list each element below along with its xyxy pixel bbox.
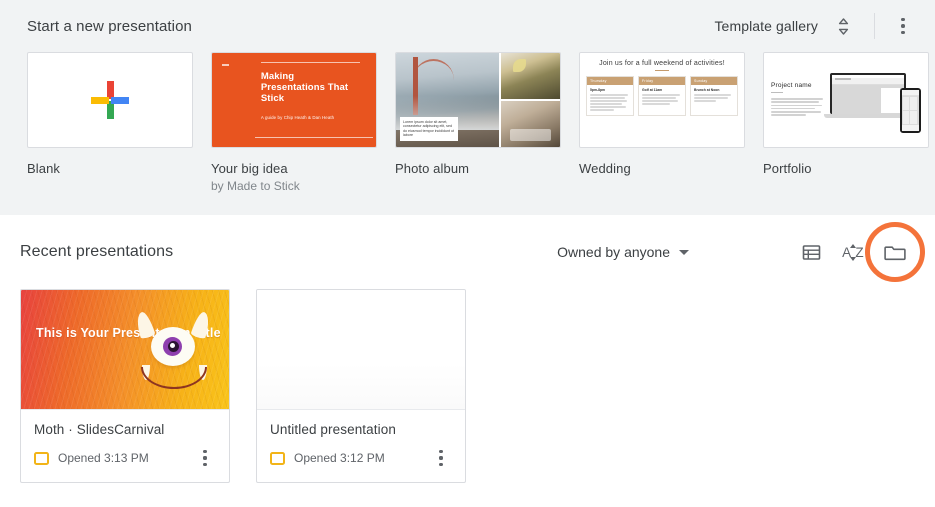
wedding-column: Friday Golf at 11am	[638, 76, 686, 117]
bridge-cable	[412, 58, 454, 87]
decorative-dash	[222, 64, 229, 66]
template-label: Photo album	[395, 161, 470, 176]
caret-down-icon	[679, 249, 689, 255]
column-heading: 5pm-8pm	[590, 88, 606, 93]
document-opened-time: Opened 3:13 PM	[58, 451, 149, 465]
document-thumbnail[interactable]	[257, 290, 465, 410]
template-card-wedding[interactable]: Join us for a full weekend of activities…	[579, 52, 745, 195]
slide-title: Project name	[771, 82, 812, 90]
column-heading: Golf at 11am	[642, 88, 663, 93]
wedding-columns: Thursday 5pm-8pm Friday Golf at 11am Sun…	[586, 76, 738, 117]
column-day: Friday	[639, 77, 685, 86]
new-presentation-header: Start a new presentation Template galler…	[0, 0, 935, 52]
photo-caption: Lorem ipsum dolor sit amet, consectetur …	[400, 116, 458, 141]
header-divider	[874, 13, 875, 39]
column-day: Sunday	[691, 77, 737, 86]
template-card-blank[interactable]: Blank	[27, 52, 193, 195]
photo-caption-text: Lorem ipsum dolor sit amet, consectetur …	[403, 119, 454, 138]
laptop-mockup	[829, 73, 907, 115]
recent-documents-grid: This is Your Presentation Title Moth · S…	[0, 289, 935, 483]
owner-filter-dropdown[interactable]: Owned by anyone	[553, 238, 693, 266]
recent-presentations-header: Recent presentations Owned by anyone A Z	[0, 215, 935, 289]
more-vert-icon[interactable]	[889, 11, 917, 41]
slide-byline: A guide by Chip Heath & Dan Heath	[260, 115, 335, 120]
recent-presentations-section: Recent presentations Owned by anyone A Z…	[0, 215, 935, 483]
wedding-column: Thursday 5pm-8pm	[586, 76, 634, 117]
template-sublabel: by Made to Stick	[211, 179, 300, 193]
owner-filter-label: Owned by anyone	[557, 244, 670, 260]
slide-title: Making Presentations That Stick	[260, 71, 349, 104]
more-vert-icon[interactable]	[194, 447, 216, 469]
document-card[interactable]: Untitled presentation Opened 3:12 PM	[256, 289, 466, 483]
template-thumbnail[interactable]: Join us for a full weekend of activities…	[579, 52, 745, 148]
document-title: Moth · SlidesCarnival	[34, 422, 165, 437]
slides-file-icon	[34, 451, 49, 465]
divider	[260, 62, 361, 63]
header-actions: Template gallery	[712, 11, 917, 41]
chevron-up-down-icon[interactable]	[828, 11, 858, 41]
template-card-portfolio[interactable]: Project name Portfolio	[763, 52, 929, 195]
title-underline	[771, 92, 783, 93]
photo-secondary-2	[501, 101, 560, 147]
column-day: Thursday	[587, 77, 633, 86]
document-title: Untitled presentation	[270, 422, 396, 437]
template-thumbnail[interactable]: Project name	[763, 52, 929, 148]
sort-letter-z: Z	[855, 244, 864, 260]
monster-face-icon	[129, 310, 217, 396]
template-card-photo-album[interactable]: Lorem ipsum dolor sit amet, consectetur …	[395, 52, 561, 195]
portfolio-text: Project name	[771, 82, 828, 118]
wedding-slide: Join us for a full weekend of activities…	[580, 53, 744, 147]
wedding-column: Sunday Brunch at Noon	[690, 76, 738, 117]
device-mockups	[824, 64, 921, 136]
template-label: Your big idea	[211, 161, 288, 176]
template-gallery-row: Blank Making Presentations That Stick A …	[0, 52, 935, 195]
template-label: Wedding	[579, 161, 631, 176]
photo-main: Lorem ipsum dolor sit amet, consectetur …	[396, 53, 500, 147]
column-body: Brunch at Noon	[691, 85, 737, 106]
template-card-your-big-idea[interactable]: Making Presentations That Stick A guide …	[211, 52, 377, 195]
photo-side-column	[501, 53, 560, 147]
list-view-icon[interactable]	[791, 232, 831, 272]
recent-toolbar: Owned by anyone A Z	[553, 222, 925, 282]
template-gallery-button[interactable]: Template gallery	[712, 14, 820, 38]
start-new-presentation-section: Start a new presentation Template galler…	[0, 0, 935, 215]
document-subrow: Opened 3:12 PM	[270, 447, 452, 469]
column-body: 5pm-8pm	[587, 85, 633, 115]
slide-title: Join us for a full weekend of activities…	[599, 60, 725, 67]
document-opened-time: Opened 3:12 PM	[294, 451, 385, 465]
section-title: Recent presentations	[20, 243, 174, 260]
template-label: Portfolio	[763, 161, 812, 176]
phone-mockup	[899, 88, 921, 134]
folder-icon[interactable]	[865, 222, 925, 282]
big-idea-slide: Making Presentations That Stick A guide …	[212, 53, 376, 147]
column-heading: Brunch at Noon	[694, 88, 720, 93]
document-subrow: Opened 3:13 PM	[34, 447, 216, 469]
more-vert-icon[interactable]	[430, 447, 452, 469]
document-thumbnail[interactable]: This is Your Presentation Title	[21, 290, 229, 410]
sort-az-icon[interactable]: A Z	[833, 232, 873, 272]
template-label: Blank	[27, 161, 61, 176]
template-thumbnail[interactable]: Lorem ipsum dolor sit amet, consectetur …	[395, 52, 561, 148]
template-thumbnail[interactable]	[27, 52, 193, 148]
portfolio-slide: Project name	[764, 53, 928, 147]
laptop-base	[824, 114, 910, 119]
title-underline	[655, 70, 669, 72]
page-title: Start a new presentation	[27, 17, 192, 35]
column-body: Golf at 11am	[639, 85, 685, 109]
document-card[interactable]: This is Your Presentation Title Moth · S…	[20, 289, 230, 483]
slides-file-icon	[270, 451, 285, 465]
photo-secondary-1	[501, 53, 560, 99]
template-thumbnail[interactable]: Making Presentations That Stick A guide …	[211, 52, 377, 148]
monster-slide: This is Your Presentation Title	[21, 290, 229, 409]
photo-album-slide: Lorem ipsum dolor sit amet, consectetur …	[396, 53, 560, 147]
document-meta: Moth · SlidesCarnival Opened 3:13 PM	[21, 410, 229, 482]
document-meta: Untitled presentation Opened 3:12 PM	[257, 410, 465, 482]
google-plus-icon	[89, 79, 131, 121]
divider	[254, 137, 373, 138]
